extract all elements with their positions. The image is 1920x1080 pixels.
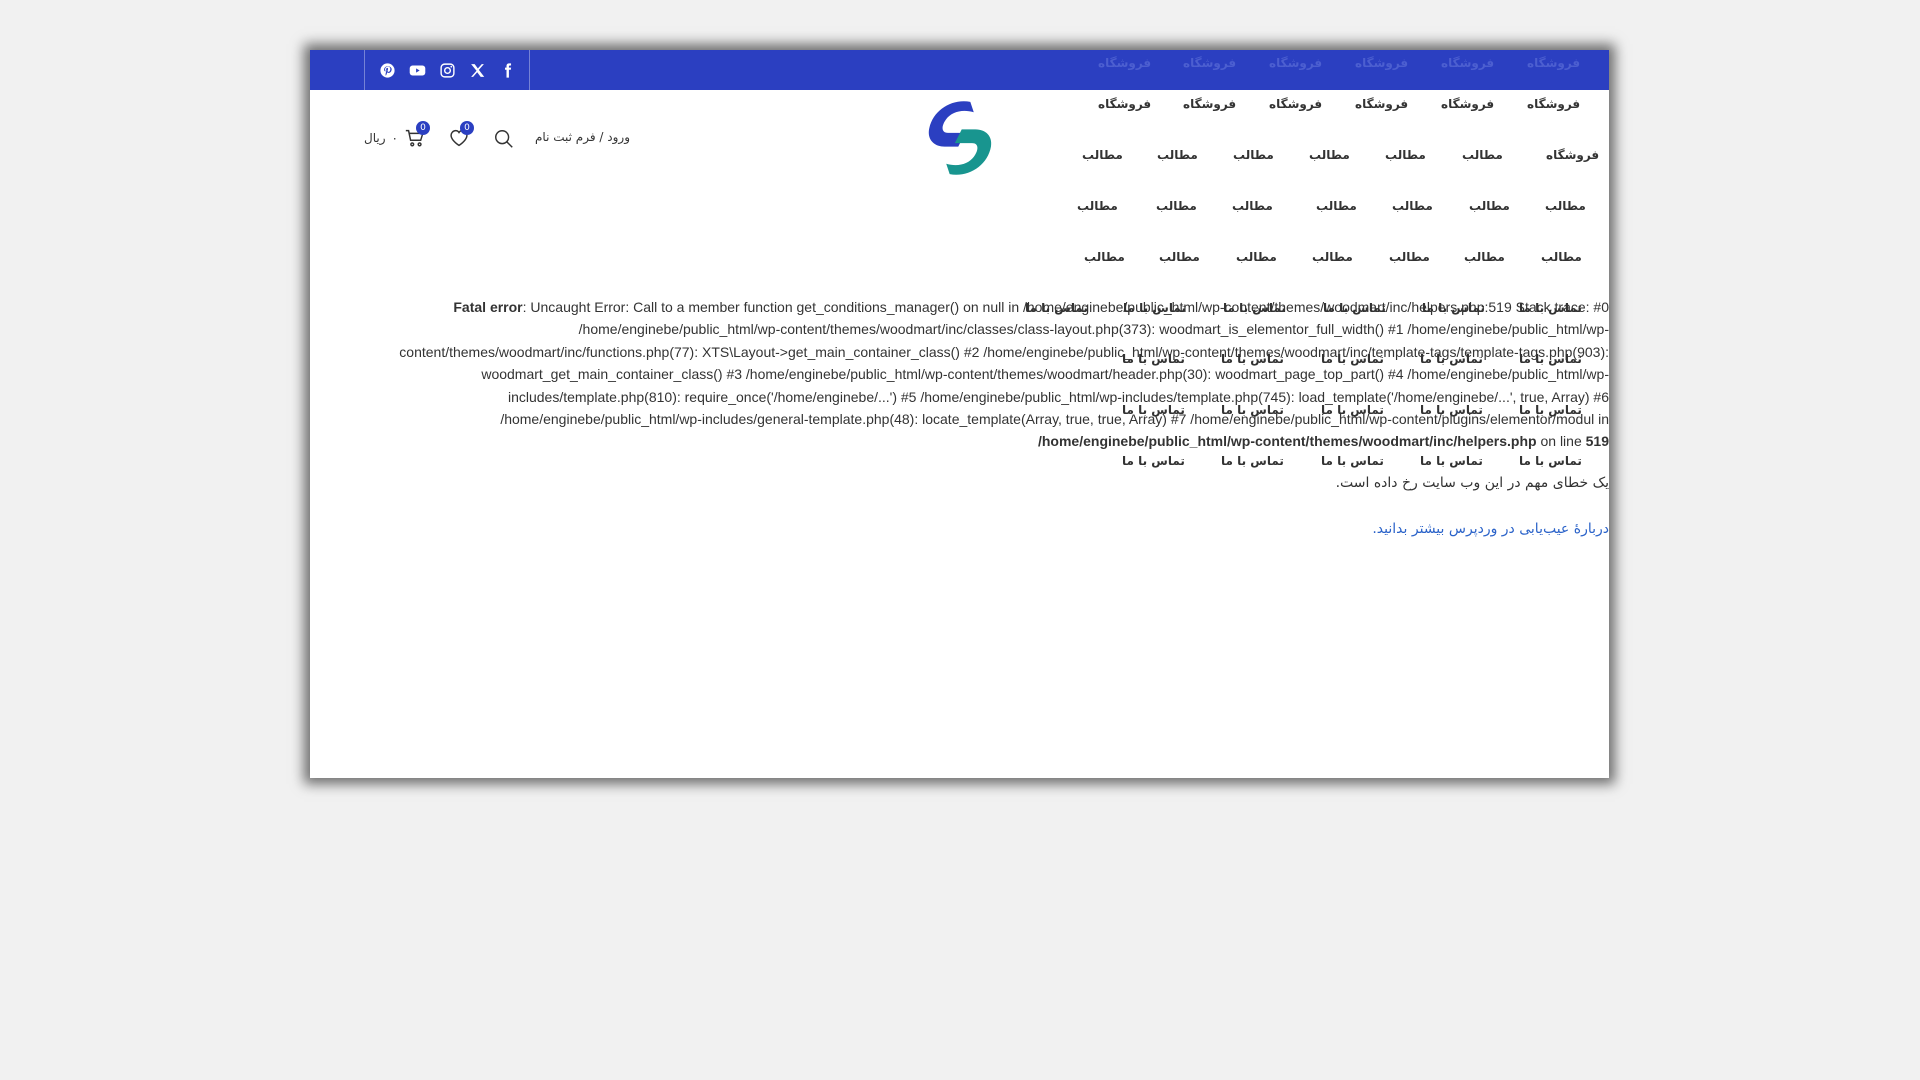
nav-item-posts[interactable]: مطالب <box>1389 250 1430 264</box>
login-register-link[interactable]: ورود / فرم ثبت نام <box>535 130 630 144</box>
nav-item-contact[interactable]: تماس با ما <box>1420 454 1483 468</box>
nav-item-posts[interactable]: مطالب <box>1157 148 1198 162</box>
nav-item-shop[interactable]: فروشگاه <box>1441 56 1494 70</box>
search-icon[interactable] <box>493 128 515 150</box>
social-links <box>364 50 530 90</box>
nav-item-posts[interactable]: مطالب <box>1462 148 1503 162</box>
nav-item-contact[interactable]: تماس با ما <box>1221 454 1284 468</box>
nav-item-shop[interactable]: فروشگاه <box>1355 56 1408 70</box>
nav-item-posts[interactable]: مطالب <box>1545 199 1586 213</box>
nav-item-contact[interactable]: تماس با ما <box>1519 454 1582 468</box>
facebook-icon[interactable] <box>498 61 516 79</box>
nav-item-posts[interactable]: مطالب <box>1236 250 1277 264</box>
cart-amount: ۰ <box>391 131 398 145</box>
wishlist-icon[interactable]: 0 <box>448 121 474 149</box>
nav-item-shop[interactable]: فروشگاه <box>1527 56 1580 70</box>
nav-item-posts[interactable]: مطالب <box>1464 250 1505 264</box>
nav-item-shop[interactable]: فروشگاه <box>1183 56 1236 70</box>
nav-item-posts[interactable]: مطالب <box>1082 148 1123 162</box>
nav-item-posts[interactable]: مطالب <box>1312 250 1353 264</box>
youtube-icon[interactable] <box>408 61 426 79</box>
nav-item-posts[interactable]: مطالب <box>1385 148 1426 162</box>
nav-item-posts[interactable]: مطالب <box>1233 148 1274 162</box>
browser-viewport: ریال ۰ 0 0 ورود / فرم ثبت نام فروشگاه فرو… <box>310 50 1609 778</box>
error-on-line: on line <box>1536 433 1586 450</box>
x-icon[interactable] <box>468 61 486 79</box>
nav-item-contact[interactable]: تماس با ما <box>1321 454 1384 468</box>
nav-item-posts[interactable]: مطالب <box>1469 199 1510 213</box>
pinterest-icon[interactable] <box>378 61 396 79</box>
nav-item-posts[interactable]: مطالب <box>1077 199 1118 213</box>
nav-item-shop[interactable]: فروشگاه <box>1355 97 1408 111</box>
nav-item-shop[interactable]: فروشگاه <box>1098 97 1151 111</box>
critical-error-message: یک خطای مهم در این وب سایت رخ داده است. <box>1335 475 1609 491</box>
nav-item-posts[interactable]: مطالب <box>1159 250 1200 264</box>
top-bar <box>310 50 1609 90</box>
cart-count-badge: 0 <box>415 121 430 135</box>
error-line-number: 519 <box>1585 433 1609 450</box>
nav-item-posts[interactable]: مطالب <box>1156 199 1197 213</box>
nav-item-posts[interactable]: مطالب <box>1309 148 1350 162</box>
wishlist-count-badge: 0 <box>460 121 474 135</box>
nav-item-shop[interactable]: فروشگاه <box>1546 148 1599 162</box>
nav-item-posts[interactable]: مطالب <box>1392 199 1433 213</box>
cart-icon[interactable]: 0 <box>404 121 430 149</box>
nav-item-shop[interactable]: فروشگاه <box>1441 97 1494 111</box>
nav-item-posts[interactable]: مطالب <box>1316 199 1357 213</box>
nav-item-posts[interactable]: مطالب <box>1541 250 1582 264</box>
instagram-icon[interactable] <box>438 61 456 79</box>
nav-item-contact[interactable]: تماس با ما <box>1122 454 1185 468</box>
cart-currency: ریال <box>364 131 386 145</box>
cart-widget[interactable]: ریال ۰ 0 <box>364 121 430 149</box>
error-text: : Uncaught Error: Call to a member funct… <box>399 299 1609 428</box>
nav-item-posts[interactable]: مطالب <box>1084 250 1125 264</box>
troubleshooting-link[interactable]: دربارهٔ عیب‌یابی در وردپرس بیشتر بدانید. <box>310 521 1609 537</box>
nav-item-posts[interactable]: مطالب <box>1232 199 1273 213</box>
nav-item-shop[interactable]: فروشگاه <box>1269 56 1322 70</box>
nav-item-shop[interactable]: فروشگاه <box>1098 56 1151 70</box>
nav-item-shop[interactable]: فروشگاه <box>1527 97 1580 111</box>
error-label: Fatal error <box>453 299 523 315</box>
error-file: /home/enginebe/public_html/wp-content/th… <box>1037 433 1537 450</box>
nav-item-shop[interactable]: فروشگاه <box>1183 97 1236 111</box>
site-logo[interactable] <box>917 95 1003 181</box>
nav-item-shop[interactable]: فروشگاه <box>1269 97 1322 111</box>
php-fatal-error: Fatal error: Uncaught Error: Call to a m… <box>380 296 1609 453</box>
